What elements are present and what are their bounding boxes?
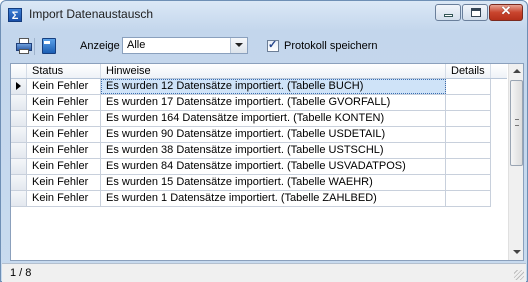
- table-row[interactable]: Kein Fehler Es wurden 17 Datensätze impor…: [11, 95, 491, 111]
- hint-cell[interactable]: Es wurden 90 Datensätze importiert. (Tab…: [101, 127, 446, 142]
- table-row[interactable]: Kein Fehler Es wurden 38 Datensätze impor…: [11, 143, 491, 159]
- details-cell[interactable]: [446, 175, 491, 190]
- hint-cell[interactable]: Es wurden 84 Datensätze importiert. (Tab…: [101, 159, 446, 174]
- column-header-status[interactable]: Status: [27, 64, 101, 78]
- table-row[interactable]: Kein Fehler Es wurden 1 Datensätze import…: [11, 191, 491, 207]
- details-cell[interactable]: [446, 191, 491, 206]
- row-indicator[interactable]: [11, 127, 27, 142]
- details-cell[interactable]: [446, 143, 491, 158]
- table-row[interactable]: Kein Fehler Es wurden 15 Datensätze impor…: [11, 175, 491, 191]
- details-cell[interactable]: [446, 79, 491, 94]
- hint-cell[interactable]: Es wurden 12 Datensätze importiert. (Tab…: [101, 79, 446, 94]
- grid-header: Status Hinweise Details: [11, 64, 507, 79]
- anzeige-dropdown-value: Alle: [127, 39, 146, 51]
- maximize-button[interactable]: [462, 4, 488, 21]
- row-indicator[interactable]: [11, 143, 27, 158]
- scroll-thumb[interactable]: [510, 80, 523, 166]
- column-header-hinweise[interactable]: Hinweise: [101, 64, 446, 78]
- table-row[interactable]: Kein Fehler Es wurden 90 Datensätze impor…: [11, 127, 491, 143]
- hint-cell[interactable]: Es wurden 1 Datensätze importiert. (Tabe…: [101, 191, 446, 206]
- hint-cell[interactable]: Es wurden 164 Datensätze importiert. (Ta…: [101, 111, 446, 126]
- status-cell[interactable]: Kein Fehler: [27, 95, 101, 110]
- dropdown-button[interactable]: [230, 38, 247, 53]
- details-cell[interactable]: [446, 111, 491, 126]
- row-indicator[interactable]: [11, 79, 27, 94]
- table-row[interactable]: Kein Fehler Es wurden 164 Datensätze impo…: [11, 111, 491, 127]
- row-indicator[interactable]: [11, 191, 27, 206]
- vertical-scrollbar[interactable]: [508, 64, 523, 260]
- resize-grip-icon[interactable]: [514, 270, 524, 280]
- row-indicator-header: [11, 64, 27, 78]
- row-indicator[interactable]: [11, 111, 27, 126]
- minimize-icon: [444, 14, 453, 17]
- window-title: Import Datenaustausch: [29, 7, 154, 21]
- table-row[interactable]: Kein Fehler Es wurden 84 Datensätze impor…: [11, 159, 491, 175]
- export-icon[interactable]: [40, 37, 58, 55]
- toolbar-separator: [34, 38, 35, 55]
- anzeige-dropdown[interactable]: Alle: [122, 37, 248, 54]
- details-cell[interactable]: [446, 95, 491, 110]
- record-indicator: 1 / 8: [10, 267, 32, 279]
- status-cell[interactable]: Kein Fehler: [27, 111, 101, 126]
- status-cell[interactable]: Kein Fehler: [27, 143, 101, 158]
- toolbar: Anzeige Alle ✓ Protokoll speichern: [9, 36, 521, 58]
- print-icon[interactable]: [15, 37, 33, 55]
- row-indicator[interactable]: [11, 95, 27, 110]
- import-window: Σ Import Datenaustausch ✕ Anzeige Alle ✓: [0, 0, 528, 282]
- hint-cell[interactable]: Es wurden 38 Datensätze importiert. (Tab…: [101, 143, 446, 158]
- close-icon: ✕: [500, 3, 512, 18]
- status-cell[interactable]: Kein Fehler: [27, 159, 101, 174]
- status-cell[interactable]: Kein Fehler: [27, 79, 101, 94]
- status-bar: 1 / 8: [2, 263, 526, 282]
- status-cell[interactable]: Kein Fehler: [27, 127, 101, 142]
- details-cell[interactable]: [446, 127, 491, 142]
- anzeige-label: Anzeige: [80, 40, 120, 52]
- close-button[interactable]: ✕: [489, 3, 523, 21]
- maximize-icon: [471, 8, 481, 17]
- hint-cell[interactable]: Es wurden 17 Datensätze importiert. (Tab…: [101, 95, 446, 110]
- hint-cell[interactable]: Es wurden 15 Datensätze importiert. (Tab…: [101, 175, 446, 190]
- minimize-button[interactable]: [435, 4, 461, 21]
- status-cell[interactable]: Kein Fehler: [27, 175, 101, 190]
- status-cell[interactable]: Kein Fehler: [27, 191, 101, 206]
- protokoll-checkbox[interactable]: ✓: [267, 39, 279, 52]
- column-header-details[interactable]: Details: [446, 64, 491, 78]
- import-log-grid: Status Hinweise Details Kein Fehler Es wu…: [10, 63, 524, 261]
- row-indicator[interactable]: [11, 159, 27, 174]
- table-row[interactable]: Kein Fehler Es wurden 12 Datensätze impor…: [11, 79, 491, 95]
- scroll-down-icon[interactable]: [513, 250, 521, 254]
- chevron-down-icon: [235, 43, 243, 47]
- scroll-up-icon[interactable]: [513, 69, 521, 73]
- sigma-icon[interactable]: Σ: [8, 8, 22, 22]
- protokoll-label[interactable]: Protokoll speichern: [284, 40, 378, 52]
- details-cell[interactable]: [446, 159, 491, 174]
- title-bar[interactable]: Σ Import Datenaustausch ✕: [1, 1, 527, 29]
- row-indicator[interactable]: [11, 175, 27, 190]
- current-row-arrow-icon: [16, 82, 21, 90]
- checkmark-icon: ✓: [268, 39, 278, 51]
